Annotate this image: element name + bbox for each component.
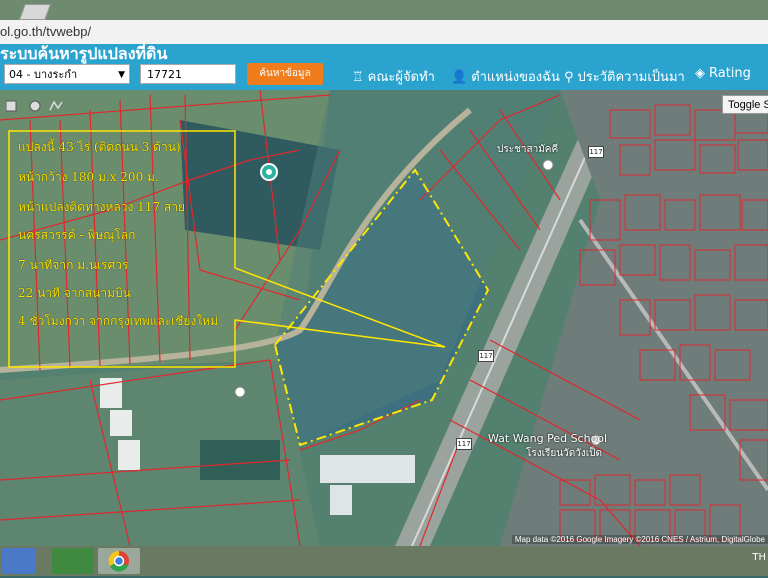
excel-icon[interactable] (52, 548, 94, 574)
nav-item-label: ตำแหน่งของฉัน (471, 70, 560, 85)
url-text: ol.go.th/tvwebp/ (0, 24, 92, 39)
toggle-button[interactable]: Toggle S (722, 95, 768, 114)
school-label: Wat Wang Ped School (488, 432, 608, 445)
annotation-line: นครสวรรค์ - พิษณุโลก (18, 228, 136, 242)
person-icon: 👤 (451, 70, 468, 85)
annotation-line: หน้ากว้าง 180 ม.x 200 ม. (18, 170, 159, 184)
nav-item-label: Rating (709, 66, 751, 81)
rectangle-tool-icon (5, 100, 17, 112)
media-player-icon[interactable] (2, 548, 36, 574)
taskbar: TH (0, 546, 768, 576)
chrome-icon[interactable] (98, 548, 140, 574)
nav-item-rating[interactable]: ◈ Rating (695, 66, 751, 81)
polyline-tool-icon (49, 100, 63, 111)
district-select-value: 04 - บางระกำ (9, 68, 78, 81)
district-select[interactable]: 04 - บางระกำ ▼ (4, 64, 130, 84)
tag-icon: ◈ (695, 66, 705, 81)
highway-shield: 117 (478, 350, 494, 362)
annotation-line: 7 นาทีจาก ม.นเรศวร (18, 258, 129, 272)
circle-tool-icon (29, 100, 41, 112)
lighthouse-icon: ♖ (352, 70, 364, 85)
browser-tab[interactable] (19, 4, 51, 20)
parcel-number-input[interactable]: 17721 (140, 64, 236, 84)
annotation-line: 22 นาที จากสนามบิน (18, 286, 131, 300)
place-label: ประชาสามัคคี (497, 144, 559, 155)
search-button[interactable]: ค้นหาข้อมูล (247, 63, 323, 85)
location-pin-icon (260, 163, 278, 181)
clock-label: TH (752, 552, 766, 563)
highway-shield: 117 (456, 438, 472, 450)
annotation-line: แปลงนี้ 43 ไร่ (ติดถนน 3 ด้าน) (18, 140, 181, 154)
annotation-line: 4 ชั่วโมงกว่า จากกรุงเทพและเชียงใหม่ (18, 314, 218, 328)
nav-item-label: คณะผู้จัดทำ (367, 70, 435, 85)
history-icon: ⚲ (564, 70, 574, 85)
nav-item-team[interactable]: ♖ คณะผู้จัดทำ (352, 66, 435, 87)
school-label-thai: โรงเรียนวัดวังเป็ด (526, 448, 602, 459)
nav-item-history[interactable]: ⚲ ประวัติความเป็นมา (564, 66, 685, 87)
map-copyright: Map data ©2016 Google Imagery ©2016 CNES… (511, 535, 768, 544)
nav-item-label: ประวัติความเป็นมา (577, 70, 685, 85)
highway-shield: 117 (588, 146, 604, 158)
browser-tab-bar (0, 0, 768, 20)
map-tools (5, 97, 66, 116)
chevron-down-icon: ▼ (118, 70, 125, 80)
annotation-line: หน้าแปลงติดทางหลวง 117 สาย (18, 200, 185, 214)
nav-item-my-location[interactable]: 👤 ตำแหน่งของฉัน (451, 66, 560, 87)
